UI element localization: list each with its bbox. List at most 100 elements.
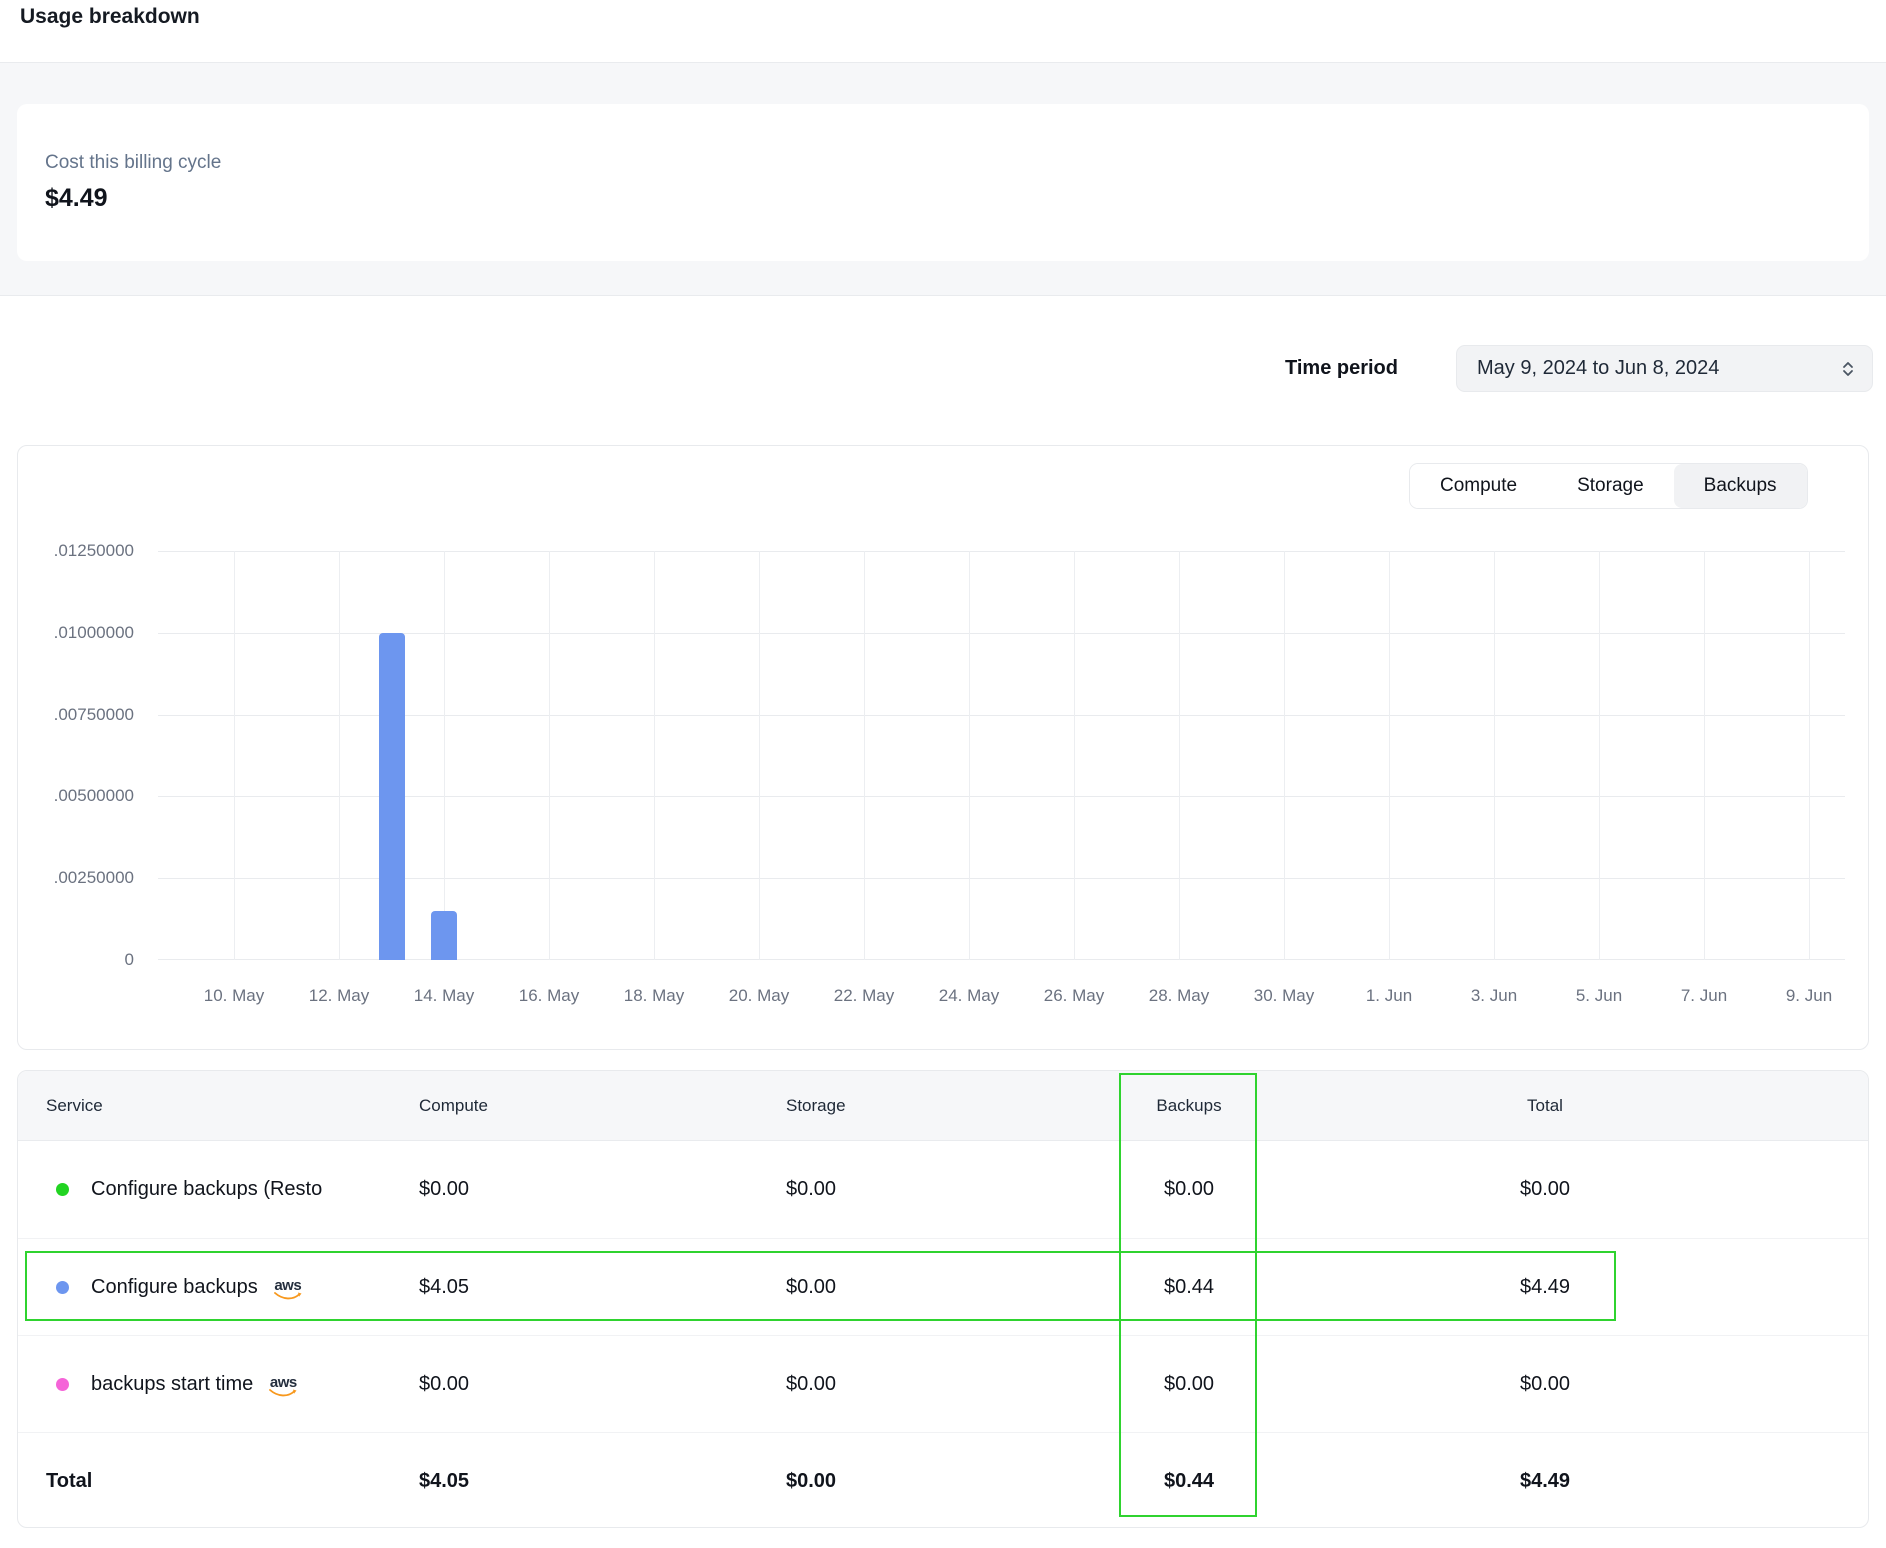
x-tick-label: 20. May (707, 986, 811, 1006)
time-period-value: May 9, 2024 to Jun 8, 2024 (1477, 357, 1840, 380)
h-gridline (158, 959, 1845, 960)
y-tick-label: .00750000 (34, 704, 134, 726)
total-compute-value: $4.05 (419, 1470, 786, 1493)
y-tick-label: .01250000 (34, 540, 134, 562)
v-gridline (339, 551, 340, 960)
aws-smile-icon (269, 1389, 297, 1397)
x-tick-label: 26. May (1022, 986, 1126, 1006)
chart-bar-14-may[interactable] (431, 911, 457, 960)
x-tick-label: 12. May (287, 986, 391, 1006)
table-row-backups-start-time: backups start time aws $0.00 $0.00 $0.00… (18, 1335, 1868, 1432)
page-title: Usage breakdown (20, 5, 200, 29)
compute-value: $0.00 (419, 1373, 786, 1396)
chart-metric-tabs: Compute Storage Backups (1409, 463, 1808, 509)
series-dot-blue (56, 1281, 69, 1294)
col-header-total: Total (1287, 1096, 1840, 1116)
aws-logo-icon: aws (269, 1376, 297, 1397)
time-period-label: Time period (1285, 357, 1435, 380)
h-gridline (158, 633, 1845, 634)
v-gridline (1284, 551, 1285, 960)
aws-logo-text: aws (274, 1279, 301, 1292)
series-dot-pink (56, 1378, 69, 1391)
aws-smile-icon (274, 1292, 302, 1300)
table-row-configure-backups-restored: Configure backups (Resto $0.00 $0.00 $0.… (18, 1141, 1868, 1238)
backups-value: $0.00 (1091, 1373, 1287, 1396)
x-tick-label: 5. Jun (1547, 986, 1651, 1006)
table-total-row: Total $4.05 $0.00 $0.44 $4.49 (18, 1432, 1868, 1528)
aws-logo-text: aws (270, 1376, 297, 1389)
v-gridline (1704, 551, 1705, 960)
v-gridline (864, 551, 865, 960)
h-gridline (158, 796, 1845, 797)
service-name: Configure backups (91, 1276, 258, 1299)
chart-x-axis: 10. May12. May14. May16. May18. May20. M… (158, 986, 1845, 1012)
x-tick-label: 10. May (182, 986, 286, 1006)
tab-storage[interactable]: Storage (1547, 464, 1674, 508)
compute-value: $0.00 (419, 1178, 786, 1201)
service-cell: Configure backups aws (46, 1275, 419, 1300)
total-value: $0.00 (1287, 1373, 1840, 1396)
y-tick-label: 0 (34, 949, 134, 971)
backups-value: $0.44 (1091, 1276, 1287, 1299)
x-tick-label: 22. May (812, 986, 916, 1006)
chart-bar-13-may[interactable] (379, 633, 405, 960)
h-gridline (158, 878, 1845, 879)
billing-summary-card: Cost this billing cycle $4.49 (17, 104, 1869, 261)
storage-value: $0.00 (786, 1276, 1091, 1299)
v-gridline (1494, 551, 1495, 960)
col-header-service: Service (46, 1096, 419, 1116)
x-tick-label: 7. Jun (1652, 986, 1756, 1006)
x-tick-label: 1. Jun (1337, 986, 1441, 1006)
total-row-label: Total (46, 1470, 419, 1493)
x-tick-label: 28. May (1127, 986, 1231, 1006)
v-gridline (1599, 551, 1600, 960)
series-dot-green (56, 1183, 69, 1196)
x-tick-label: 24. May (917, 986, 1021, 1006)
y-tick-label: .00500000 (34, 785, 134, 807)
total-backups-value: $0.44 (1091, 1470, 1287, 1493)
usage-table-card: Service Compute Storage Backups Total Co… (17, 1070, 1869, 1528)
y-tick-label: .00250000 (34, 867, 134, 889)
h-gridline (158, 715, 1845, 716)
table-header-row: Service Compute Storage Backups Total (18, 1071, 1868, 1141)
backups-value: $0.00 (1091, 1178, 1287, 1201)
total-value: $0.00 (1287, 1178, 1840, 1201)
x-tick-label: 18. May (602, 986, 706, 1006)
service-name: Configure backups (Resto (91, 1178, 322, 1201)
storage-value: $0.00 (786, 1373, 1091, 1396)
aws-logo-icon: aws (274, 1279, 302, 1300)
billing-summary-band: Cost this billing cycle $4.49 (0, 62, 1886, 296)
chevron-updown-icon (1840, 358, 1856, 380)
v-gridline (969, 551, 970, 960)
table-row-configure-backups: Configure backups aws $4.05 $0.00 $0.44 … (18, 1238, 1868, 1335)
x-tick-label: 14. May (392, 986, 496, 1006)
service-cell: backups start time aws (46, 1372, 419, 1397)
tab-backups[interactable]: Backups (1674, 464, 1807, 508)
col-header-compute: Compute (419, 1096, 786, 1116)
x-tick-label: 30. May (1232, 986, 1336, 1006)
billing-cycle-amount: $4.49 (45, 184, 108, 213)
service-name: backups start time (91, 1373, 253, 1396)
v-gridline (1074, 551, 1075, 960)
col-header-backups: Backups (1091, 1096, 1287, 1116)
chart-plot-area (158, 551, 1845, 960)
chart-y-axis: 0 .00250000 .00500000 .00750000 .01000000 .01… (34, 446, 134, 1049)
storage-value: $0.00 (786, 1178, 1091, 1201)
x-tick-label: 16. May (497, 986, 601, 1006)
v-gridline (1389, 551, 1390, 960)
v-gridline (1179, 551, 1180, 960)
v-gridline (759, 551, 760, 960)
x-tick-label: 3. Jun (1442, 986, 1546, 1006)
col-header-storage: Storage (786, 1096, 1091, 1116)
compute-value: $4.05 (419, 1276, 786, 1299)
total-total-value: $4.49 (1287, 1470, 1840, 1493)
v-gridline (654, 551, 655, 960)
y-tick-label: .01000000 (34, 622, 134, 644)
v-gridline (549, 551, 550, 960)
time-period-select[interactable]: May 9, 2024 to Jun 8, 2024 (1456, 345, 1873, 392)
x-tick-label: 9. Jun (1757, 986, 1861, 1006)
usage-chart-card: Compute Storage Backups 0 .00250000 .00500… (17, 445, 1869, 1050)
billing-cycle-label: Cost this billing cycle (45, 152, 221, 174)
tab-compute[interactable]: Compute (1410, 464, 1547, 508)
v-gridline (1809, 551, 1810, 960)
